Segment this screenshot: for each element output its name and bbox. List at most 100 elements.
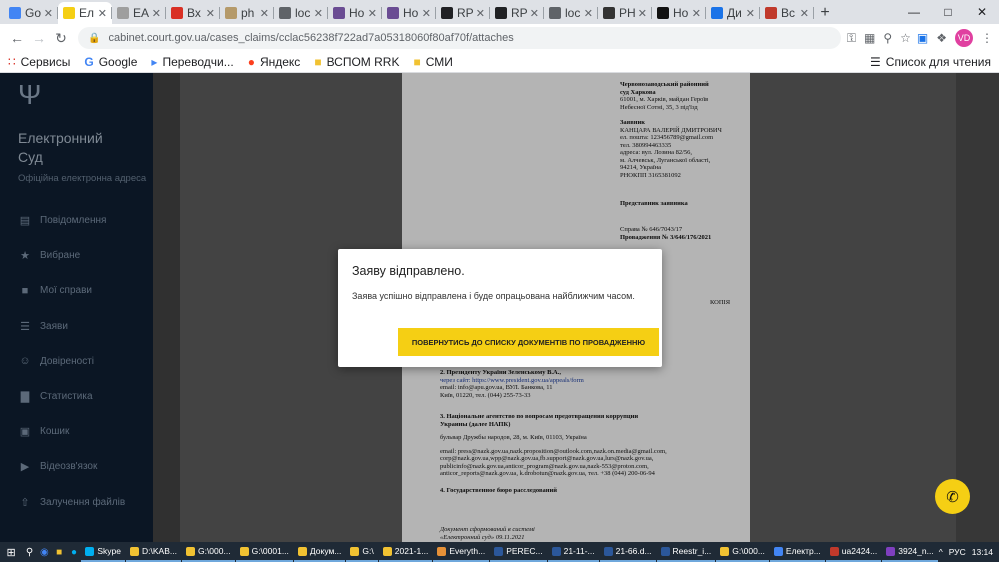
bookmark-folder[interactable]: ■ СМИ — [413, 55, 452, 69]
bookmark-item[interactable]: ▸ Переводчи... — [151, 55, 233, 69]
browser-tab[interactable]: loc ✕ — [544, 2, 598, 24]
bookmark-item[interactable]: ● Яндекс — [248, 55, 301, 69]
close-tab-icon[interactable]: ✕ — [530, 7, 539, 20]
bookmark-item[interactable]: G Google — [84, 55, 137, 69]
browser-tab[interactable]: ph ✕ — [220, 2, 274, 24]
reload-icon[interactable]: ↻ — [50, 27, 72, 49]
app-icon — [85, 546, 95, 556]
taskbar-item[interactable]: Skype — [81, 542, 125, 562]
browser-tab[interactable]: Но ✕ — [328, 2, 382, 24]
rs-icon — [603, 7, 615, 19]
taskbar-item[interactable]: 21-11-... — [547, 542, 599, 562]
taskbar-item-label: 21-11-... — [563, 546, 595, 556]
tray-arrow-icon[interactable]: ^ — [939, 547, 943, 557]
browser-tab[interactable]: Go ✕ — [4, 2, 58, 24]
skype-pin-icon[interactable]: ● — [67, 542, 82, 562]
close-tab-icon[interactable]: ✕ — [152, 7, 161, 20]
close-tab-icon[interactable]: ✕ — [800, 7, 809, 20]
browser-tab[interactable]: RP ✕ — [490, 2, 544, 24]
app-icon — [494, 546, 504, 556]
reading-list[interactable]: ☰ Список для чтения — [870, 55, 991, 69]
close-tab-icon[interactable]: ✕ — [476, 7, 485, 20]
app-icon — [185, 546, 195, 556]
browser-tab[interactable]: RP ✕ — [436, 2, 490, 24]
taskbar-item[interactable]: 2021-1... — [378, 542, 433, 562]
close-window-icon[interactable]: ✕ — [965, 0, 999, 24]
taskbar-item[interactable]: D:\KAB... — [126, 542, 181, 562]
taskbar-item-label: PEREC... — [506, 546, 543, 556]
close-tab-icon[interactable]: ✕ — [368, 7, 377, 20]
bookmark-folder[interactable]: ■ ВСПОМ RRK — [314, 55, 399, 69]
return-to-documents-button[interactable]: ПОВЕРНУТИСЬ ДО СПИСКУ ДОКУМЕНТІВ ПО ПРОВ… — [398, 328, 659, 356]
browser-tab[interactable]: EA ✕ — [112, 2, 166, 24]
taskbar-item[interactable]: G:\0001... — [235, 542, 293, 562]
bookmark-item[interactable]: ∷ Сервисы — [8, 55, 70, 69]
app-icon — [297, 546, 307, 556]
new-tab-button[interactable]: + — [814, 2, 836, 24]
language-indicator[interactable]: РУС — [949, 547, 966, 557]
close-tab-icon[interactable]: ✕ — [692, 7, 701, 20]
taskbar-item[interactable]: 3924_n... — [882, 542, 938, 562]
browser-tab[interactable]: Вх ✕ — [166, 2, 220, 24]
file-explorer-icon[interactable]: ■ — [52, 542, 67, 562]
taskbar-item[interactable]: Електр... — [769, 542, 825, 562]
browser-tab[interactable]: PH ✕ — [598, 2, 652, 24]
w-icon — [765, 7, 777, 19]
browser-tab[interactable]: Но ✕ — [652, 2, 706, 24]
gmail-icon — [171, 7, 183, 19]
app-icon — [603, 546, 613, 556]
clock[interactable]: 13:14 — [972, 547, 993, 557]
taskbar-item[interactable]: Докум... — [293, 542, 346, 562]
close-tab-icon[interactable]: ✕ — [206, 7, 215, 20]
extension-icon[interactable]: ▣ — [917, 31, 928, 45]
zoom-icon[interactable]: ⚲ — [883, 31, 892, 46]
taskbar-item[interactable]: ua2424... — [825, 542, 882, 562]
google-icon — [9, 7, 21, 19]
taskbar-item[interactable]: Everyth... — [433, 542, 490, 562]
taskbar-item[interactable]: G:\000... — [181, 542, 235, 562]
browser-tab[interactable]: Но ✕ — [382, 2, 436, 24]
windows-start-icon[interactable]: ⊞ — [0, 542, 22, 562]
tab-title: EA — [133, 6, 150, 20]
browser-tab[interactable]: Ди ✕ — [706, 2, 760, 24]
chrome-icon[interactable]: ◉ — [37, 542, 52, 562]
taskbar-item[interactable]: Reestr_i... — [656, 542, 716, 562]
search-icon[interactable]: ⚲ — [22, 542, 37, 562]
translate-icon[interactable]: ▦ — [864, 31, 875, 46]
lock-icon[interactable]: 🔒 — [88, 33, 100, 44]
back-icon[interactable]: ← — [6, 27, 28, 49]
taskbar-item[interactable]: G:\ — [346, 542, 378, 562]
puzzle-icon[interactable]: ❖ — [936, 31, 947, 45]
close-tab-icon[interactable]: ✕ — [260, 7, 269, 20]
close-tab-icon[interactable]: ✕ — [44, 7, 53, 20]
menu-icon[interactable]: ⋮ — [981, 31, 993, 45]
address-bar[interactable]: 🔒 cabinet.court.gov.ua/cases_claims/ccla… — [78, 27, 841, 49]
avatar[interactable]: VD — [955, 29, 973, 47]
window-controls: — □ ✕ — [897, 0, 999, 24]
app-icon — [829, 546, 839, 556]
taskbar-item[interactable]: G:\000... — [716, 542, 769, 562]
tab-title: Но — [349, 6, 365, 20]
bookmark-star-icon[interactable]: ☆ — [900, 31, 911, 46]
close-tab-icon[interactable]: ✕ — [98, 7, 107, 20]
close-tab-icon[interactable]: ✕ — [584, 7, 593, 20]
key-icon[interactable]: ⚿ — [847, 31, 856, 46]
browser-tab[interactable]: loc ✕ — [274, 2, 328, 24]
forward-icon[interactable]: → — [28, 27, 50, 49]
close-tab-icon[interactable]: ✕ — [314, 7, 323, 20]
minimize-icon[interactable]: — — [897, 0, 931, 24]
folder-icon: ■ — [314, 55, 322, 69]
phone-icon[interactable]: ✆ — [935, 479, 970, 514]
taskbar-item[interactable]: 21-66.d... — [599, 542, 656, 562]
browser-tab[interactable]: Ел ✕ — [58, 2, 112, 24]
google-icon: G — [84, 55, 94, 69]
tab-title: ph — [241, 6, 255, 20]
browser-tab[interactable]: Вс ✕ — [760, 2, 814, 24]
close-tab-icon[interactable]: ✕ — [422, 7, 431, 20]
close-tab-icon[interactable]: ✕ — [746, 7, 755, 20]
taskbar-item[interactable]: PEREC... — [490, 542, 547, 562]
tab-title: loc — [565, 6, 581, 20]
app-icon — [130, 546, 139, 556]
close-tab-icon[interactable]: ✕ — [638, 7, 647, 20]
maximize-icon[interactable]: □ — [931, 0, 965, 24]
